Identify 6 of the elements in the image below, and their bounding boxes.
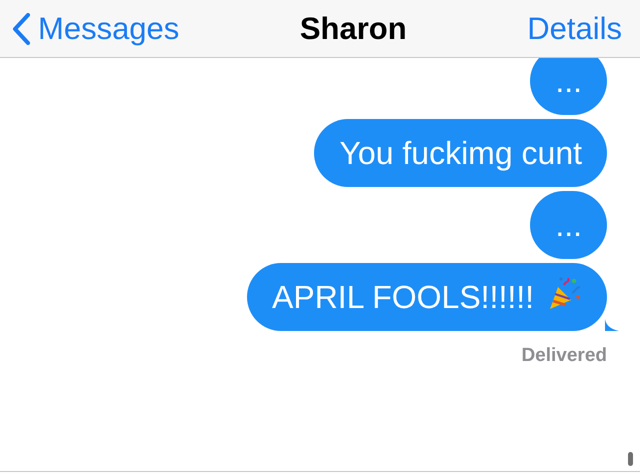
details-button[interactable]: Details [527,10,622,46]
back-chevron-icon [12,12,30,44]
delivery-status: Delivered [521,345,607,367]
scroll-indicator [628,452,633,466]
conversation-title: Sharon [300,10,407,46]
back-button[interactable]: Messages [12,10,180,46]
